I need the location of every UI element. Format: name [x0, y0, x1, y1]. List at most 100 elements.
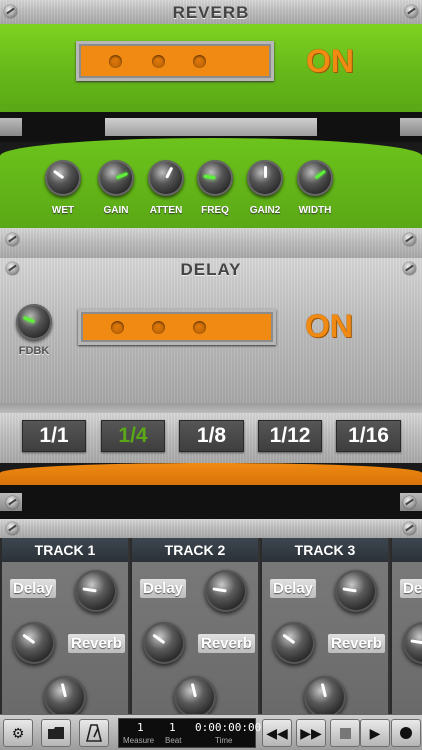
track-name[interactable]: TRACK 1	[2, 538, 128, 562]
delay-send-label: Delay	[270, 579, 317, 598]
reverb-send-knob[interactable]	[143, 622, 185, 664]
reverb-label-width: WIDTH	[298, 205, 332, 216]
rewind-button[interactable]: ◀◀	[262, 719, 292, 747]
volume-knob[interactable]	[174, 676, 216, 714]
reverb-title-bar: REVERB	[0, 0, 422, 24]
folder-icon	[48, 727, 64, 739]
rail-right	[400, 118, 422, 136]
delay-send-knob[interactable]	[335, 570, 377, 612]
knob-indicator	[314, 169, 326, 180]
mixer-top-rail	[0, 519, 422, 538]
rewind-icon: ◀◀	[266, 725, 288, 741]
reverb-send-label: Reverb	[68, 634, 125, 653]
delay-panel: DELAY FDBK ON	[0, 258, 422, 403]
display-dot-icon	[193, 55, 206, 68]
reverb-send-label: Reverb	[198, 634, 255, 653]
delay-knob-fdbk[interactable]	[16, 304, 52, 340]
reverb-panel-top: ON	[0, 24, 422, 120]
reverb-knob-wet[interactable]	[45, 160, 81, 196]
track-name[interactable]	[392, 538, 422, 562]
knob-indicator	[320, 683, 327, 698]
track-strip-2: TRACK 2 Delay Reverb	[132, 538, 260, 714]
display-dot-icon	[152, 321, 165, 334]
record-button[interactable]	[391, 719, 421, 747]
rail-middle	[105, 118, 317, 136]
reverb-on-toggle[interactable]: ON	[306, 43, 354, 80]
measure-value: 1	[137, 721, 144, 734]
play-button[interactable]: ▶	[360, 719, 390, 747]
delay-on-toggle[interactable]: ON	[305, 308, 353, 345]
rate-button-1-16[interactable]: 1/16	[336, 420, 401, 452]
beat-label: Beat	[165, 736, 182, 745]
rate-button-1-12[interactable]: 1/12	[258, 420, 322, 452]
reverb-send-knob[interactable]	[13, 622, 55, 664]
reverb-knob-gain[interactable]	[98, 160, 134, 196]
reverb-send-knob[interactable]	[403, 622, 422, 664]
fast-forward-button[interactable]: ▶▶	[296, 719, 326, 747]
volume-knob[interactable]	[44, 676, 86, 714]
reverb-knob-panel: WET GAIN ATTEN FREQ GAIN2 WIDTH	[0, 138, 422, 228]
fast-forward-icon: ▶▶	[300, 725, 322, 741]
knob-indicator	[151, 633, 165, 645]
rack-separator	[0, 228, 422, 258]
settings-button[interactable]: ⚙	[3, 719, 33, 747]
delay-orange-trim	[0, 463, 422, 485]
delay-title: DELAY	[180, 260, 242, 279]
track-name[interactable]: TRACK 3	[262, 538, 388, 562]
screw-icon	[403, 233, 416, 246]
reverb-knob-freq[interactable]	[197, 160, 233, 196]
stop-icon	[339, 728, 351, 739]
reverb-knob-atten[interactable]	[148, 160, 184, 196]
display-dot-icon	[193, 321, 206, 334]
position-counter: 1 1 0:00:00:000 Measure Beat Time	[118, 718, 268, 748]
delay-send-knob[interactable]	[205, 570, 247, 612]
measure-label: Measure	[123, 736, 155, 745]
knob-indicator	[81, 587, 97, 593]
delay-display[interactable]	[78, 309, 276, 345]
knob-indicator	[211, 587, 227, 593]
reverb-title: REVERB	[172, 3, 250, 22]
metronome-icon	[85, 724, 103, 742]
gear-icon: ⚙	[11, 725, 25, 741]
open-file-button[interactable]	[41, 719, 71, 747]
rail-left	[0, 118, 22, 136]
knob-indicator	[409, 639, 422, 645]
rate-button-1-4[interactable]: 1/4	[101, 420, 165, 452]
metronome-button[interactable]	[79, 719, 109, 747]
knob-indicator	[281, 633, 295, 645]
screw-icon	[403, 496, 416, 509]
reverb-knob-gain2[interactable]	[247, 160, 283, 196]
rate-button-1-1[interactable]: 1/1	[22, 420, 86, 452]
reverb-send-knob[interactable]	[273, 622, 315, 664]
volume-knob[interactable]	[304, 676, 346, 714]
knob-indicator	[341, 587, 357, 593]
time-value: 0:00:00:000	[195, 721, 268, 734]
display-dot-icon	[152, 55, 165, 68]
delay-send-label: Delay	[140, 579, 187, 598]
track-strip-1: TRACK 1 Delay Reverb	[2, 538, 130, 714]
delay-divider	[0, 403, 422, 413]
play-icon: ▶	[369, 725, 381, 741]
stop-button[interactable]	[330, 719, 360, 747]
record-icon	[400, 727, 412, 739]
knob-indicator	[52, 169, 64, 180]
track-name[interactable]: TRACK 2	[132, 538, 258, 562]
knob-indicator	[190, 683, 197, 698]
reverb-display[interactable]	[76, 41, 274, 81]
reverb-label-wet: WET	[51, 205, 75, 216]
track-strip-4: De	[392, 538, 422, 714]
reverb-send-label: Reverb	[328, 634, 385, 653]
screw-icon	[6, 522, 19, 535]
display-dot-icon	[109, 55, 122, 68]
knob-indicator	[115, 172, 128, 180]
delay-send-label: De	[400, 579, 422, 598]
delay-send-knob[interactable]	[75, 570, 117, 612]
time-label: Time	[215, 736, 233, 745]
track-strip-3: TRACK 3 Delay Reverb	[262, 538, 390, 714]
screw-icon	[403, 522, 416, 535]
knob-indicator	[21, 633, 35, 645]
rate-button-1-8[interactable]: 1/8	[179, 420, 244, 452]
delay-label-fdbk: FDBK	[18, 345, 50, 357]
reverb-knob-width[interactable]	[297, 160, 333, 196]
mixer: TRACK 1 Delay Reverb TRACK 2 Delay Rever…	[0, 538, 422, 714]
